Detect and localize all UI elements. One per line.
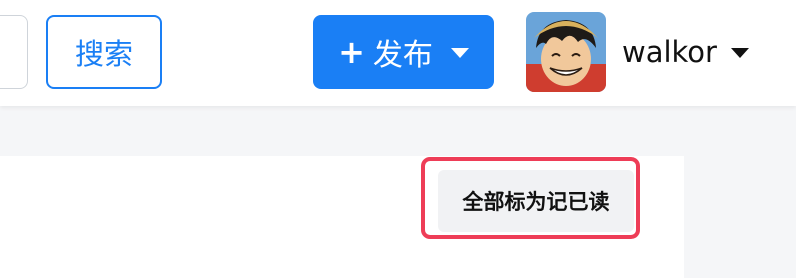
search-button-label: 搜索	[74, 37, 133, 71]
publish-button-label: 发布	[372, 38, 433, 73]
caret-down-icon	[730, 48, 749, 58]
search-button[interactable]: 搜索	[46, 15, 162, 89]
plus-icon: +	[338, 33, 365, 71]
top-navbar: 搜索 + 发布 walkor	[0, 0, 796, 106]
avatar[interactable]	[526, 12, 606, 92]
username: walkor	[622, 35, 717, 69]
search-input[interactable]	[0, 15, 28, 89]
mark-all-read-label: 全部标为记已读	[462, 190, 610, 214]
mark-all-read-button[interactable]: 全部标为记已读	[438, 170, 634, 232]
user-menu[interactable]: walkor	[622, 15, 749, 89]
caret-down-icon	[450, 48, 469, 58]
publish-dropdown-button[interactable]: + 发布	[313, 15, 494, 89]
